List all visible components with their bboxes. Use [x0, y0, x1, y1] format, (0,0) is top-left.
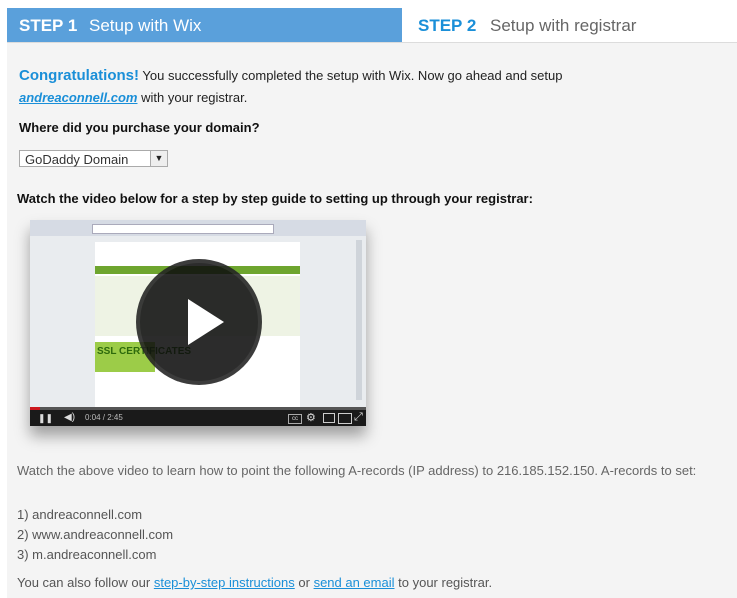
step-1-number: STEP 1: [19, 16, 78, 35]
registrar-select-value: GoDaddy Domain: [25, 152, 129, 167]
help-footer: You can also follow our step-by-step ins…: [17, 575, 492, 590]
fullscreen-icon[interactable]: ⤢: [354, 411, 363, 424]
step-by-step-link[interactable]: step-by-step instructions: [154, 575, 295, 590]
step-2-number: STEP 2: [418, 16, 477, 35]
registrar-select[interactable]: GoDaddy Domain ▼: [19, 150, 168, 167]
pause-icon[interactable]: ❚❚: [38, 413, 53, 424]
footer-middle: or: [298, 575, 310, 590]
video-controls: ❚❚ ◀) 0:04 / 2:45 cc ⚙ ⤢: [30, 407, 366, 426]
purchase-question: Where did you purchase your domain?: [19, 120, 260, 135]
video-player[interactable]: SSL CERTIFICATES ❚❚ ◀) 0:04 / 2:45 cc ⚙ …: [30, 220, 366, 426]
play-icon: [188, 299, 224, 345]
video-time: 0:04 / 2:45: [85, 413, 123, 422]
step-1-label: Setup with Wix: [89, 16, 202, 35]
video-progress-bar[interactable]: [30, 407, 366, 410]
congrats-heading: Congratulations!: [19, 67, 139, 84]
video-address-bar: [92, 224, 274, 234]
list-item: 2) www.andreaconnell.com: [17, 527, 174, 542]
footer-prefix: You can also follow our: [17, 575, 151, 590]
domain-link[interactable]: andreaconnell.com: [19, 90, 137, 105]
play-button[interactable]: [136, 259, 262, 385]
video-progress-fill: [30, 407, 41, 410]
list-item: 1) andreaconnell.com: [17, 507, 143, 522]
footer-suffix: to your registrar.: [398, 575, 493, 590]
tab-step-2[interactable]: STEP 2 Setup with registrar: [402, 8, 737, 43]
volume-icon[interactable]: ◀): [64, 412, 75, 423]
congrats-text: You successfully completed the setup wit…: [142, 68, 563, 83]
chevron-down-icon[interactable]: ▼: [150, 151, 167, 166]
a-records-instructions: Watch the above video to learn how to po…: [17, 463, 697, 478]
video-browser-chrome: [30, 220, 366, 236]
large-player-icon[interactable]: [338, 413, 352, 424]
send-email-link[interactable]: send an email: [314, 575, 395, 590]
captions-icon[interactable]: cc: [288, 414, 302, 424]
step-2-label: Setup with registrar: [490, 16, 637, 35]
tab-step-1[interactable]: STEP 1 Setup with Wix: [7, 8, 402, 43]
congrats-text-after: with your registrar.: [141, 90, 248, 105]
video-scrollbar: [356, 240, 362, 400]
congrats-message: Congratulations! You successfully comple…: [19, 65, 709, 109]
small-player-icon[interactable]: [323, 413, 335, 423]
watch-heading: Watch the video below for a step by step…: [17, 191, 533, 206]
step-tabs: STEP 1 Setup with Wix STEP 2 Setup with …: [0, 0, 737, 43]
gear-icon[interactable]: ⚙: [306, 411, 316, 424]
list-item: 3) m.andreaconnell.com: [17, 547, 157, 562]
a-records-list: 1) andreaconnell.com 2) www.andreaconnel…: [17, 507, 173, 567]
